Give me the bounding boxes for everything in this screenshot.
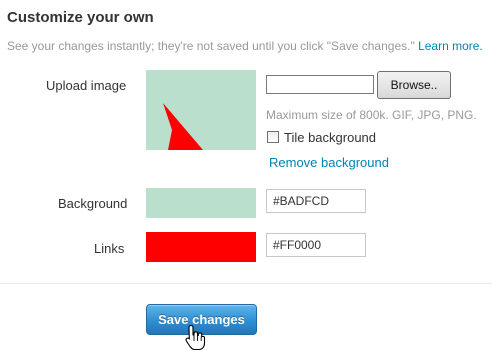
section-title: Customize your own	[7, 9, 154, 26]
remove-background-link[interactable]: Remove background	[269, 155, 389, 170]
section-divider	[0, 283, 492, 284]
file-path-input[interactable]	[266, 75, 374, 94]
background-color-input[interactable]: #BADFCD	[266, 189, 366, 213]
links-color-input[interactable]: #FF0000	[266, 233, 366, 257]
links-label: Links	[94, 241, 125, 256]
upload-image-label: Upload image	[46, 78, 127, 93]
background-color-swatch[interactable]	[146, 188, 256, 218]
tile-background-label[interactable]: Tile background	[284, 130, 376, 145]
subtitle-text: See your changes instantly; they're not …	[7, 39, 415, 53]
background-image-preview	[146, 70, 256, 150]
preview-graphic	[146, 70, 256, 150]
tile-background-checkbox[interactable]	[267, 131, 279, 143]
links-color-swatch[interactable]	[146, 232, 256, 262]
section-subtitle: See your changes instantly; they're not …	[7, 39, 483, 53]
upload-size-hint: Maximum size of 800k. GIF, JPG, PNG.	[266, 108, 477, 122]
background-label: Background	[58, 196, 128, 211]
browse-button[interactable]: Browse..	[377, 71, 451, 99]
learn-more-link[interactable]: Learn more.	[418, 39, 483, 53]
hand-pointer-icon	[185, 324, 206, 351]
